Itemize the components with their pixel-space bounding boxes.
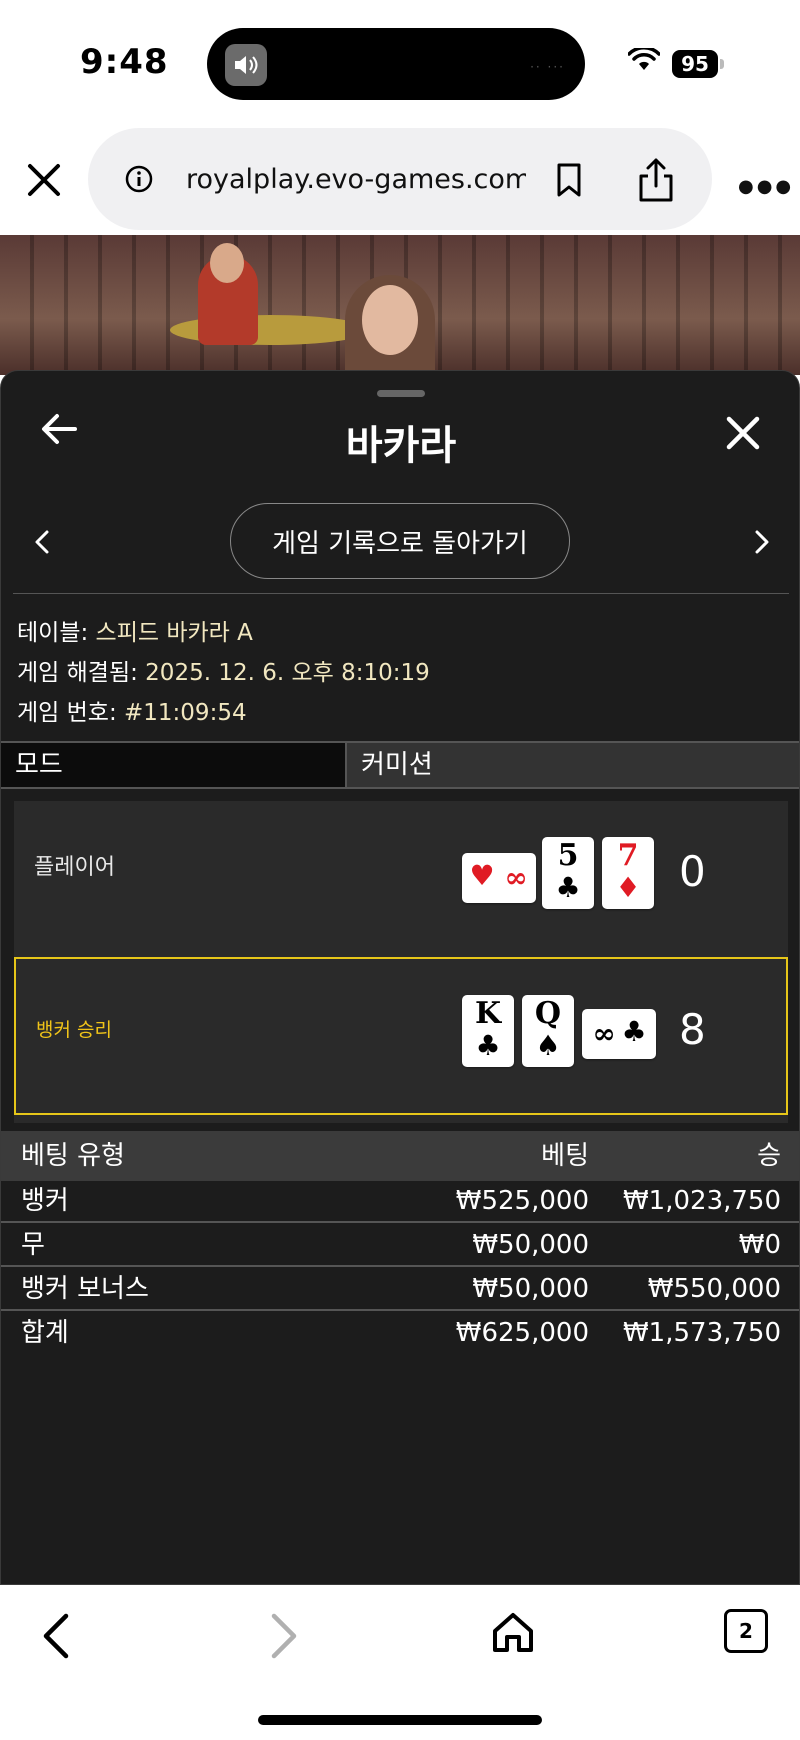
wifi-icon: [627, 46, 661, 76]
info-label: 게임 번호:: [17, 700, 125, 726]
header-win: 승: [757, 1141, 781, 1171]
status-bar: 9:48 ·· ··· 95: [0, 0, 800, 120]
previous-game-button[interactable]: [31, 527, 55, 561]
bet-amount: ₩50,000: [472, 1274, 589, 1304]
card-suit: ♣: [475, 1029, 501, 1062]
card-suit: ♣: [555, 871, 581, 904]
more-icon[interactable]: ●●●: [738, 176, 794, 197]
address-bar[interactable]: royalplay.evo-games.com: [88, 128, 712, 230]
bet-type: 무: [21, 1230, 45, 1260]
player-hand: 플레이어 ♥ ∞ 5 ♣ 7 ♦ 0: [14, 801, 788, 955]
card-suit: ♥: [469, 859, 495, 892]
close-icon[interactable]: [22, 158, 66, 202]
dynamic-island: ·· ···: [207, 28, 585, 100]
home-icon[interactable]: [490, 1609, 536, 1659]
card-rank: 5: [557, 838, 579, 873]
table-row: 무 ₩50,000 ₩0: [1, 1225, 799, 1267]
info-label: 게임 해결됨:: [17, 660, 146, 686]
header-bet: 베팅: [541, 1141, 589, 1171]
table-row: 뱅커 ₩525,000 ₩1,023,750: [1, 1181, 799, 1223]
total-label: 합계: [21, 1318, 69, 1348]
back-chevron-icon[interactable]: [38, 1611, 74, 1665]
video-dealer2-face: [362, 285, 418, 355]
banker-card-3: ∞ ♣: [582, 1009, 656, 1059]
header-bet-type: 베팅 유형: [21, 1141, 125, 1171]
card-suit: ♦: [615, 871, 641, 904]
card-suit: ♣: [621, 1015, 647, 1048]
bet-type: 뱅커: [21, 1186, 69, 1216]
player-card-3: 7 ♦: [602, 837, 654, 909]
info-value: #11:09:54: [124, 700, 247, 726]
card-rank: ∞: [504, 861, 528, 894]
tabs-button[interactable]: 2: [724, 1609, 768, 1653]
bet-amount: ₩525,000: [455, 1186, 589, 1216]
forward-chevron-icon[interactable]: [266, 1611, 302, 1665]
card-rank: Q: [534, 996, 562, 1031]
mode-value: 커미션: [361, 750, 433, 780]
mode-label: 모드: [1, 743, 347, 787]
table-row: 뱅커 보너스 ₩50,000 ₩550,000: [1, 1269, 799, 1311]
card-suit: ♠: [535, 1029, 561, 1062]
info-game-number: 게임 번호: #11:09:54: [17, 693, 247, 727]
activity-dots: ·· ···: [530, 60, 565, 74]
close-icon[interactable]: [723, 413, 763, 457]
info-value: 스피드 바카라 A: [95, 620, 253, 646]
clock: 9:48: [80, 42, 169, 82]
hands-area: 플레이어 ♥ ∞ 5 ♣ 7 ♦ 0 뱅커 승리 K ♣ Q ♠ ∞ ♣ 8: [14, 801, 788, 1123]
banker-card-2: Q ♠: [522, 995, 574, 1067]
win-amount: ₩0: [738, 1230, 781, 1260]
bet-table-header: 베팅 유형 베팅 승: [1, 1131, 799, 1181]
back-to-history-button[interactable]: 게임 기록으로 돌아가기: [230, 503, 570, 579]
info-label: 테이블:: [17, 620, 96, 646]
info-resolved: 게임 해결됨: 2025. 12. 6. 오후 8:10:19: [17, 653, 430, 687]
battery-indicator: 95: [672, 50, 718, 78]
total-win: ₩1,573,750: [622, 1318, 781, 1348]
browser-bottom-toolbar: 2: [0, 1585, 800, 1740]
card-rank: K: [474, 996, 502, 1031]
win-amount: ₩550,000: [647, 1274, 781, 1304]
mode-row: 모드 커미션: [1, 741, 799, 789]
url-text[interactable]: royalplay.evo-games.com: [186, 164, 526, 195]
info-value: 2025. 12. 6. 오후 8:10:19: [145, 660, 430, 686]
bookmark-icon[interactable]: [554, 162, 584, 202]
share-icon[interactable]: [636, 156, 676, 208]
info-table: 테이블: 스피드 바카라 A: [17, 613, 253, 647]
win-amount: ₩1,023,750: [622, 1186, 781, 1216]
game-history-panel: 바카라 게임 기록으로 돌아가기 테이블: 스피드 바카라 A 게임 해결됨: …: [0, 370, 800, 1585]
browser-toolbar: royalplay.evo-games.com ●●●: [0, 120, 800, 235]
speaker-icon: [225, 44, 267, 86]
banker-score: 8: [679, 1005, 706, 1054]
total-row: 합계 ₩625,000 ₩1,573,750: [1, 1313, 799, 1355]
battery-cap: [720, 59, 724, 69]
player-label: 플레이어: [34, 855, 115, 880]
player-card-1: ♥ ∞: [462, 853, 536, 903]
next-game-button[interactable]: [749, 527, 773, 561]
banker-hand: 뱅커 승리 K ♣ Q ♠ ∞ ♣ 8: [14, 957, 788, 1115]
bet-type: 뱅커 보너스: [21, 1274, 149, 1304]
banker-label: 뱅커 승리: [36, 1019, 112, 1041]
total-bet: ₩625,000: [455, 1318, 589, 1348]
drag-handle[interactable]: [377, 390, 425, 397]
player-card-2: 5 ♣: [542, 837, 594, 909]
home-indicator[interactable]: [258, 1715, 542, 1725]
divider: [13, 593, 789, 594]
info-icon[interactable]: [124, 164, 154, 198]
live-video-feed: [0, 235, 800, 375]
card-rank: 7: [617, 838, 639, 873]
banker-card-1: K ♣: [462, 995, 514, 1067]
player-score: 0: [679, 847, 706, 896]
panel-title: 바카라: [345, 423, 457, 469]
bet-amount: ₩50,000: [472, 1230, 589, 1260]
video-dealer-head: [210, 243, 244, 283]
